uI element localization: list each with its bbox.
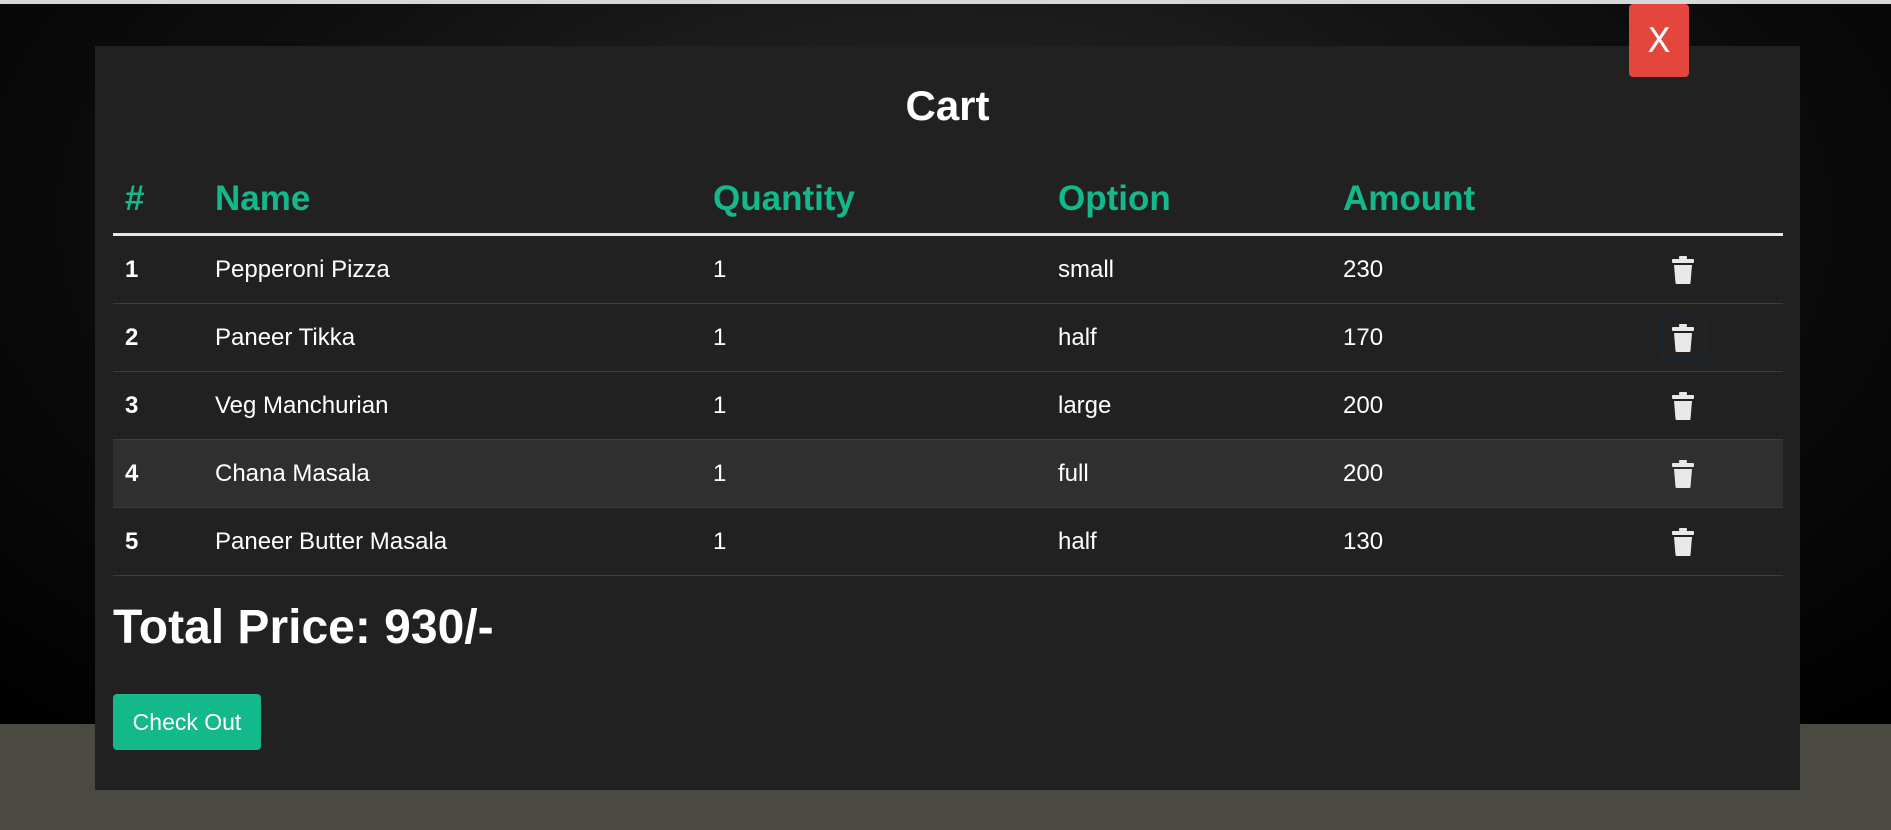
delete-item-button[interactable] [1660, 383, 1706, 429]
row-quantity: 1 [701, 507, 1046, 576]
trash-icon [1672, 323, 1694, 352]
delete-item-button[interactable] [1660, 451, 1706, 497]
row-amount: 170 [1331, 303, 1648, 372]
table-row: 3 Veg Manchurian 1 large 200 [113, 371, 1783, 440]
checkout-button[interactable]: Check Out [113, 694, 261, 750]
table-header-row: # Name Quantity Option Amount [113, 165, 1783, 236]
row-quantity: 1 [701, 303, 1046, 372]
total-price: Total Price: 930/- [113, 601, 494, 654]
delete-item-button[interactable] [1660, 519, 1706, 565]
table-row: 5 Paneer Butter Masala 1 half 130 [113, 507, 1783, 576]
delete-item-button[interactable] [1660, 314, 1706, 361]
row-name: Paneer Butter Masala [203, 507, 701, 576]
modal-title: Cart [905, 82, 990, 129]
row-index: 1 [113, 234, 203, 304]
row-option: small [1046, 234, 1331, 304]
row-index: 4 [113, 439, 203, 508]
trash-icon [1672, 527, 1694, 556]
row-index: 5 [113, 507, 203, 576]
row-name: Pepperoni Pizza [203, 234, 701, 304]
row-name: Paneer Tikka [203, 303, 701, 372]
cart-table: # Name Quantity Option Amount 1 Pepperon… [113, 165, 1783, 576]
row-quantity: 1 [701, 439, 1046, 508]
delete-item-button[interactable] [1660, 247, 1706, 293]
row-index: 2 [113, 303, 203, 372]
row-option: half [1046, 507, 1331, 576]
trash-icon [1672, 255, 1694, 284]
row-amount: 230 [1331, 234, 1648, 304]
row-name: Chana Masala [203, 439, 701, 508]
column-header-quantity: Quantity [701, 165, 1046, 236]
row-name: Veg Manchurian [203, 371, 701, 440]
row-option: full [1046, 439, 1331, 508]
row-option: half [1046, 303, 1331, 372]
browser-top-edge [0, 0, 1891, 4]
column-header-option: Option [1046, 165, 1331, 236]
row-amount: 200 [1331, 371, 1648, 440]
row-index: 3 [113, 371, 203, 440]
row-quantity: 1 [701, 234, 1046, 304]
column-header-name: Name [203, 165, 701, 236]
row-option: large [1046, 371, 1331, 440]
trash-icon [1672, 391, 1694, 420]
column-header-amount: Amount [1331, 165, 1648, 236]
trash-icon [1672, 459, 1694, 488]
column-header-actions [1648, 165, 1783, 236]
row-quantity: 1 [701, 371, 1046, 440]
table-row: 4 Chana Masala 1 full 200 [113, 439, 1783, 508]
row-amount: 130 [1331, 507, 1648, 576]
table-row: 2 Paneer Tikka 1 half 170 [113, 303, 1783, 372]
table-row: 1 Pepperoni Pizza 1 small 230 [113, 234, 1783, 304]
close-modal-button[interactable]: X [1629, 4, 1689, 77]
column-header-index: # [113, 165, 203, 236]
row-amount: 200 [1331, 439, 1648, 508]
